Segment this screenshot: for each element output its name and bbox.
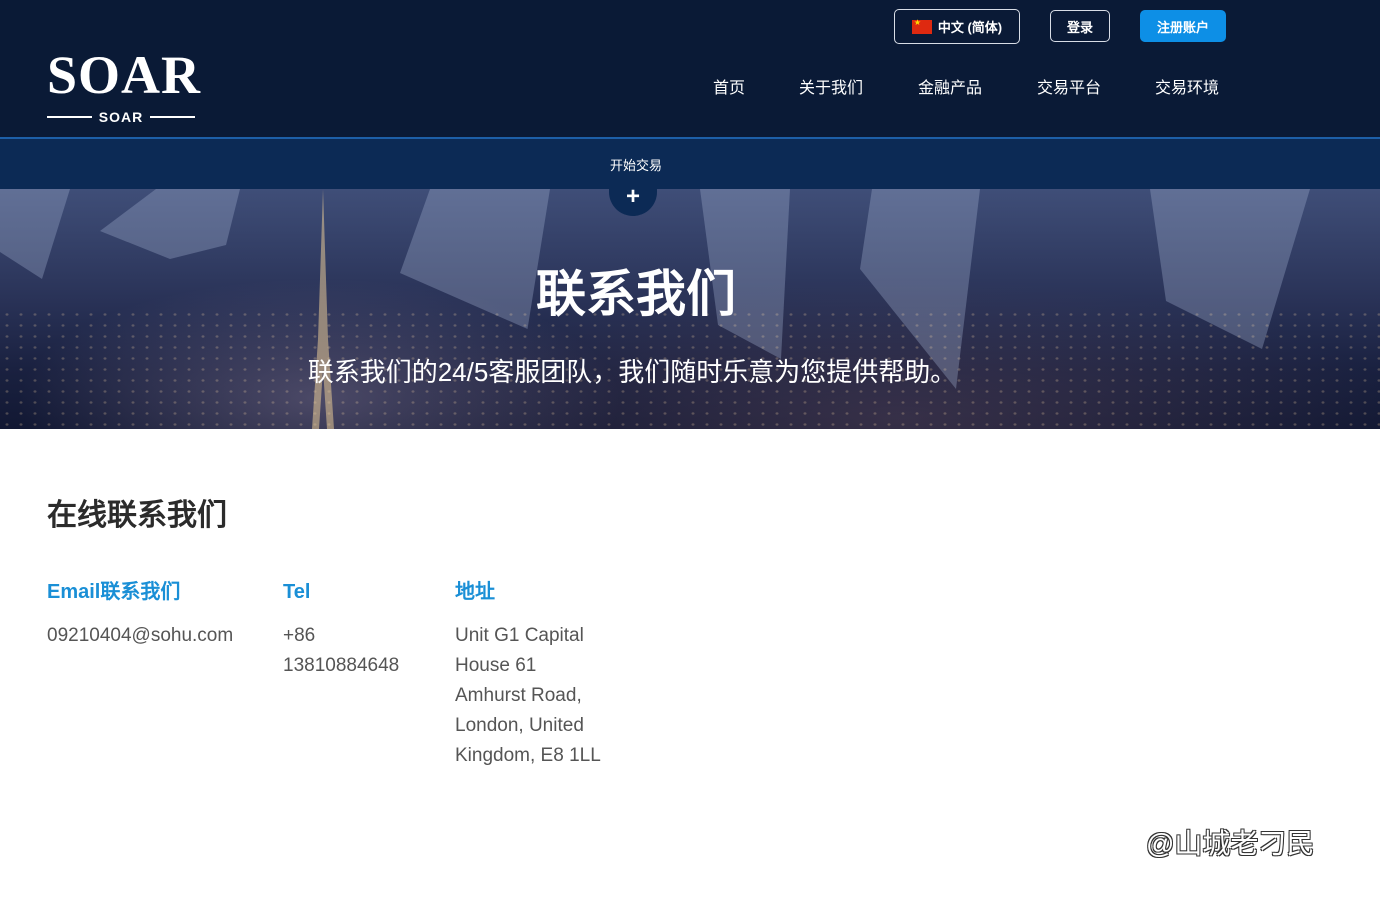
logo-sub-text: SOAR <box>98 109 144 125</box>
language-selector-button[interactable]: 中文 (简体) <box>894 9 1020 44</box>
language-label: 中文 (简体) <box>937 20 1003 35</box>
login-button[interactable]: 登录 <box>1050 10 1110 42</box>
watermark: @山城老刁民 <box>1146 828 1315 859</box>
tel-heading: Tel <box>283 581 311 603</box>
nav-financial-products[interactable]: 金融产品 <box>918 78 982 100</box>
site-logo[interactable]: SOAR SOAR <box>47 45 202 126</box>
logo-subtitle: SOAR <box>47 108 196 126</box>
email-value[interactable]: 09210404@sohu.com <box>47 621 267 651</box>
page-title: 联系我们 <box>536 266 736 322</box>
hero-silhouette <box>100 189 240 259</box>
logo-line-left <box>47 116 92 118</box>
logo-line-right <box>150 116 196 118</box>
section-title: 在线联系我们 <box>47 499 227 532</box>
tel-value[interactable]: +86 13810884648 <box>283 621 433 681</box>
nav-about-us[interactable]: 关于我们 <box>799 78 863 100</box>
address-heading: 地址 <box>455 581 495 603</box>
logo-text: SOAR <box>47 45 202 105</box>
nav-trading-platform[interactable]: 交易平台 <box>1037 78 1101 100</box>
register-account-button[interactable]: 注册账户 <box>1140 10 1226 42</box>
address-value: Unit G1 Capital House 61 Amhurst Road, L… <box>455 625 601 766</box>
nav-trading-environment[interactable]: 交易环境 <box>1155 78 1219 100</box>
nav-home[interactable]: 首页 <box>713 78 745 100</box>
start-trading-bar <box>0 139 1380 189</box>
china-flag-icon <box>911 18 932 34</box>
email-heading: Email联系我们 <box>47 581 181 603</box>
page-subtitle: 联系我们的24/5客服团队，我们随时乐意为您提供帮助。 <box>307 357 957 387</box>
